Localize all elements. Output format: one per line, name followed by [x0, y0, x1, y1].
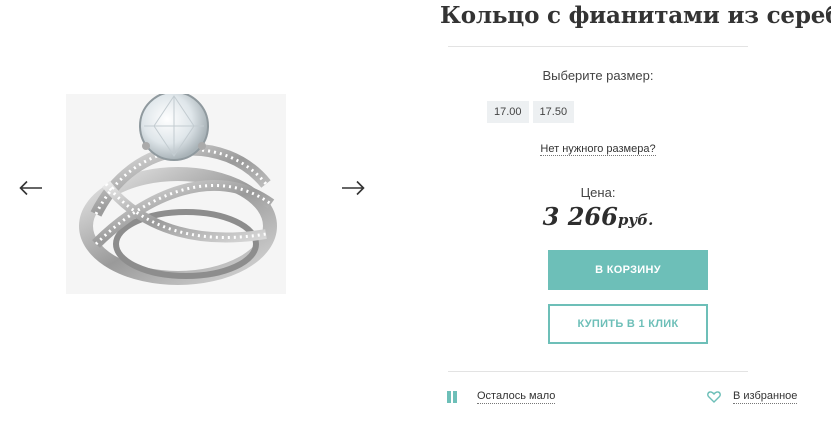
- arrow-right-icon: [342, 180, 365, 196]
- product-details: Кольцо с фианитами из серебра Выберите р…: [440, 0, 831, 422]
- size-options: 17.00 17.50: [487, 101, 575, 123]
- next-image-button[interactable]: [340, 176, 366, 200]
- arrow-left-icon: [19, 180, 42, 196]
- product-page: Кольцо с фианитами из серебра Выберите р…: [0, 0, 831, 422]
- no-size-link[interactable]: Нет нужного размера?: [540, 143, 656, 156]
- no-size-row: Нет нужного размера?: [448, 143, 748, 156]
- price-amount: 3 266: [542, 202, 618, 231]
- product-image[interactable]: [66, 91, 286, 294]
- ring-image: [79, 91, 277, 285]
- product-gallery: [0, 0, 420, 422]
- favorite-text[interactable]: В избранное: [733, 390, 798, 404]
- stock-text[interactable]: Осталось мало: [477, 390, 556, 404]
- stock-level-icon: [447, 391, 461, 403]
- product-title: Кольцо с фианитами из серебра: [440, 2, 831, 29]
- buy-one-click-button[interactable]: КУПИТЬ В 1 КЛИК: [548, 304, 708, 344]
- stock-status: Осталось мало: [447, 390, 556, 404]
- price-value: 3 266руб.: [448, 202, 748, 231]
- price-currency: руб.: [617, 211, 654, 229]
- price-label: Цена:: [580, 185, 616, 200]
- heart-icon: [707, 391, 721, 403]
- prev-image-button[interactable]: [18, 176, 44, 200]
- divider: [448, 46, 748, 47]
- add-to-favorites[interactable]: В избранное: [707, 390, 798, 404]
- size-label: Выберите размер:: [542, 68, 654, 83]
- add-to-cart-button[interactable]: В КОРЗИНУ: [548, 250, 708, 290]
- size-option[interactable]: 17.00: [487, 101, 529, 123]
- divider: [448, 371, 748, 372]
- size-option[interactable]: 17.50: [532, 101, 575, 123]
